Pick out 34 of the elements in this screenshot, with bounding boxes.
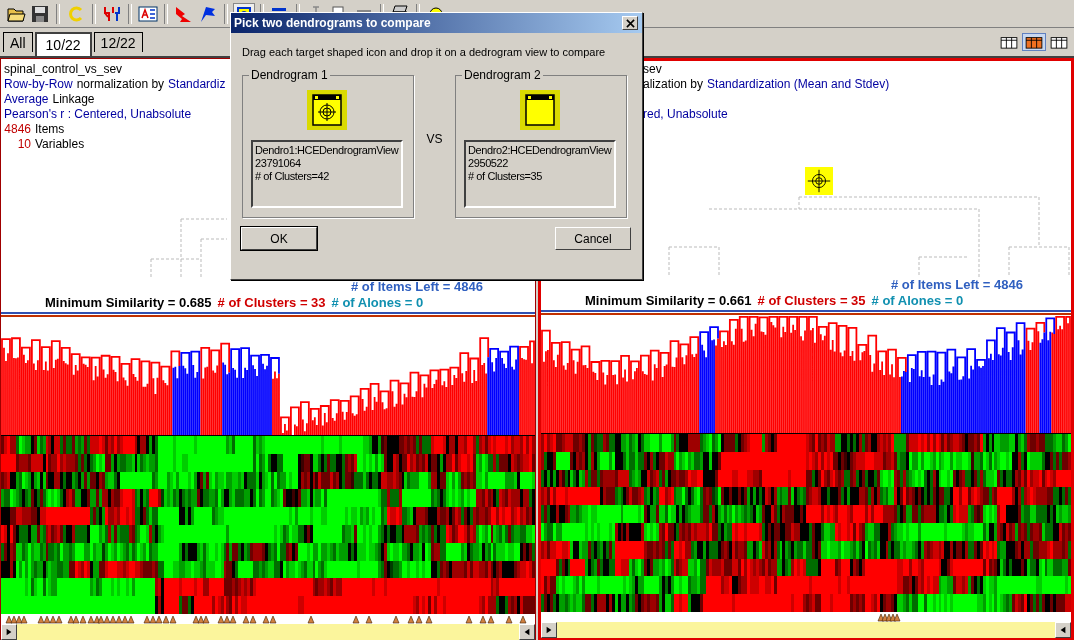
dialog-title: Pick two dendrograms to compare xyxy=(234,16,431,30)
alones-text: # of Alones = 0 xyxy=(871,293,964,310)
count-value: 4846 xyxy=(4,122,31,137)
alones-text: # of Alones = 0 xyxy=(331,295,424,312)
similarity-text: Minimum Similarity = 0.661 xyxy=(585,293,752,310)
clusters-text: # of Clusters = 35 xyxy=(757,293,866,310)
count-value: 10 xyxy=(16,137,31,152)
info-line: 23791064 xyxy=(255,157,302,170)
info-text: sev xyxy=(643,62,662,77)
vs-label: VS xyxy=(425,131,444,146)
info-text: Linkage xyxy=(52,92,95,107)
info-line: Dendro2:HCEDendrogramView xyxy=(468,144,613,157)
parameter-value: Standardization (Mean and Stdev) xyxy=(707,77,890,92)
parameter-value: Standardiz xyxy=(168,77,226,92)
items-left-text: # of Items Left = 4846 xyxy=(890,277,1024,293)
instruction-text: Drag each target shaped icon and drop it on a dedrogram view to compare xyxy=(241,45,607,58)
info-text: alization by xyxy=(643,77,704,92)
group-legend: Dendrogram 1 xyxy=(249,68,330,82)
info-line: # of Clusters=42 xyxy=(255,170,330,183)
parameter-value: Average xyxy=(4,92,49,107)
items-left-text: # of Items Left = 4846 xyxy=(350,279,484,295)
similarity-text: Minimum Similarity = 0.685 xyxy=(45,295,212,312)
info-line: 2950522 xyxy=(468,157,510,170)
info-line: # of Clusters=35 xyxy=(468,170,543,183)
info-line: Dendro1:HCEDendrogramView xyxy=(255,144,400,157)
info-text: Variables xyxy=(35,137,85,152)
parameter-value: red, Unabsolute xyxy=(643,107,728,122)
parameter-value: Pearson's r : Centered, Unabsolute xyxy=(4,107,192,122)
info-text: Items xyxy=(35,122,65,137)
info-text: spinal_control_vs_sev xyxy=(4,62,123,77)
clusters-text: # of Clusters = 33 xyxy=(217,295,326,312)
group-legend: Dendrogram 2 xyxy=(462,68,543,82)
info-text: normalization by xyxy=(76,77,165,92)
parameter-value: Row-by-Row xyxy=(4,77,73,92)
